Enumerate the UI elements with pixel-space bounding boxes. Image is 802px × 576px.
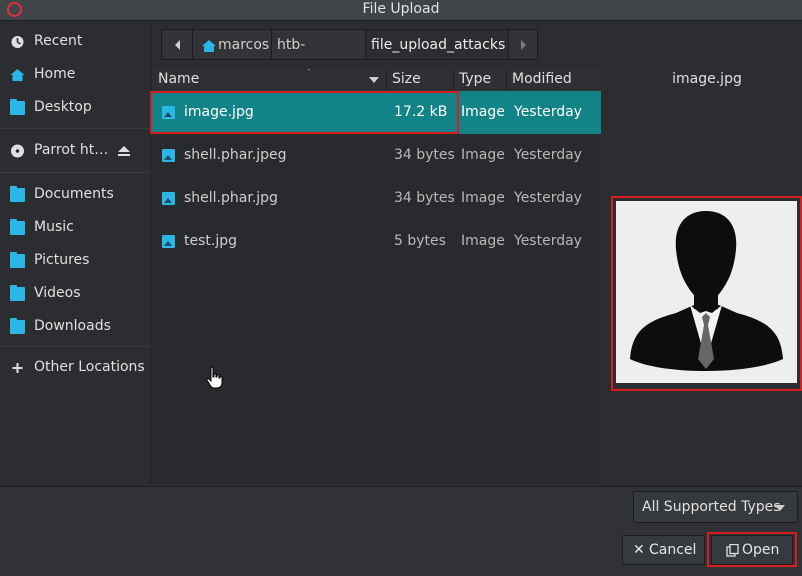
file-type: Image [461, 190, 505, 206]
eject-icon[interactable] [118, 146, 130, 156]
sidebar-item-label: Downloads [34, 318, 111, 334]
sidebar-item-label: Recent [34, 33, 83, 49]
column-divider [453, 70, 454, 91]
filter-label: All Supported Types [642, 499, 781, 515]
image-file-icon [162, 235, 175, 248]
image-file-icon [162, 192, 175, 205]
folder-icon [10, 285, 25, 301]
home-icon [10, 69, 25, 81]
file-name: shell.phar.jpeg [184, 147, 287, 163]
sidebar-item-label: Videos [34, 285, 81, 301]
folder-icon [10, 186, 25, 202]
close-icon: ✕ [633, 542, 645, 558]
sidebar-item-label: Parrot ht… [34, 142, 109, 158]
breadcrumb-htb-academy[interactable]: htb-academy [271, 29, 366, 84]
file-name: test.jpg [184, 233, 237, 249]
folder-icon [10, 252, 25, 268]
breadcrumb-label: file_upload_attacks [371, 37, 506, 53]
file-type: Image [461, 233, 505, 249]
file-type: Image [461, 104, 505, 120]
disc-icon [11, 144, 24, 158]
sidebar-item-parrot-drive[interactable]: Parrot ht… [0, 136, 150, 166]
copy-icon [726, 544, 739, 557]
cancel-label: Cancel [649, 542, 697, 558]
breadcrumb-file-upload-attacks[interactable]: file_upload_attacks [365, 29, 509, 60]
clock-icon [11, 36, 24, 48]
column-divider [386, 70, 387, 91]
image-file-icon [162, 106, 175, 119]
path-scroll-left-button[interactable] [161, 29, 193, 60]
sidebar-divider [0, 172, 150, 173]
path-scroll-right-button[interactable] [508, 29, 538, 60]
column-size-header[interactable]: Size [392, 71, 421, 87]
folder-icon [10, 318, 25, 334]
column-header: Name Size Type Modified [152, 70, 601, 92]
chevron-right-icon [521, 40, 526, 50]
plus-icon [12, 363, 23, 373]
column-type-header[interactable]: Type [459, 71, 491, 87]
file-list: Name Size Type Modified image.jpg 17.2 k… [152, 70, 601, 484]
hand-cursor-icon [206, 366, 223, 389]
file-row-test-jpg[interactable]: test.jpg 5 bytes Image Yesterday [152, 220, 601, 263]
folder-icon [10, 99, 25, 115]
breadcrumb-home[interactable]: marcos [192, 29, 272, 60]
places-sidebar: Recent Home Desktop Parrot ht… Documents… [0, 21, 151, 484]
file-name: shell.phar.jpg [184, 190, 278, 206]
cancel-button[interactable]: ✕ Cancel [622, 535, 705, 565]
window-title: File Upload [362, 1, 440, 17]
sidebar-item-label: Desktop [34, 99, 92, 115]
folder-icon [10, 219, 25, 235]
sidebar-item-downloads[interactable]: Downloads [0, 312, 150, 342]
column-modified-header[interactable]: Modified [512, 71, 572, 87]
sidebar-item-label: Documents [34, 186, 114, 202]
column-name-header[interactable]: Name [158, 71, 199, 87]
file-size: 5 bytes [394, 233, 446, 249]
file-modified: Yesterday [514, 147, 582, 163]
chevron-left-icon [175, 40, 180, 50]
file-type-filter-select[interactable]: All Supported Types [633, 491, 798, 523]
open-button[interactable]: Open [711, 535, 793, 565]
file-modified: Yesterday [514, 104, 582, 120]
file-row-shell-phar-jpeg[interactable]: shell.phar.jpeg 34 bytes Image Yesterday [152, 134, 601, 177]
file-type: Image [461, 147, 505, 163]
column-divider [506, 70, 507, 91]
sidebar-item-label: Home [34, 66, 76, 82]
sidebar-divider [0, 346, 150, 347]
sidebar-item-other-locations[interactable]: Other Locations [0, 353, 150, 383]
sidebar-item-desktop[interactable]: Desktop [0, 93, 150, 123]
open-label: Open [742, 542, 780, 558]
image-file-icon [162, 149, 175, 162]
file-row-image-jpg[interactable]: image.jpg 17.2 kB Image Yesterday [152, 91, 601, 134]
breadcrumb-label: marcos [218, 37, 270, 53]
sort-descending-icon [369, 77, 379, 83]
sidebar-item-videos[interactable]: Videos [0, 279, 150, 309]
sidebar-item-label: Music [34, 219, 74, 235]
sidebar-item-pictures[interactable]: Pictures [0, 246, 150, 276]
file-row-shell-phar-jpg[interactable]: shell.phar.jpg 34 bytes Image Yesterday [152, 177, 601, 220]
title-bar: File Upload [0, 0, 802, 21]
sidebar-item-label: Other Locations [34, 359, 145, 375]
sidebar-item-label: Pictures [34, 252, 90, 268]
file-size: 34 bytes [394, 147, 455, 163]
person-silhouette-icon [616, 201, 797, 383]
file-modified: Yesterday [514, 190, 582, 206]
preview-filename: image.jpg [672, 71, 742, 87]
sidebar-divider [0, 128, 150, 129]
home-icon [202, 40, 216, 52]
sidebar-item-music[interactable]: Music [0, 213, 150, 243]
file-size: 17.2 kB [394, 104, 448, 120]
preview-image [616, 201, 797, 383]
sidebar-item-documents[interactable]: Documents [0, 180, 150, 210]
file-name: image.jpg [184, 104, 254, 120]
sidebar-item-home[interactable]: Home [0, 60, 150, 90]
sidebar-item-recent[interactable]: Recent [0, 27, 150, 57]
chevron-down-icon [775, 505, 785, 511]
file-modified: Yesterday [514, 233, 582, 249]
file-size: 34 bytes [394, 190, 455, 206]
